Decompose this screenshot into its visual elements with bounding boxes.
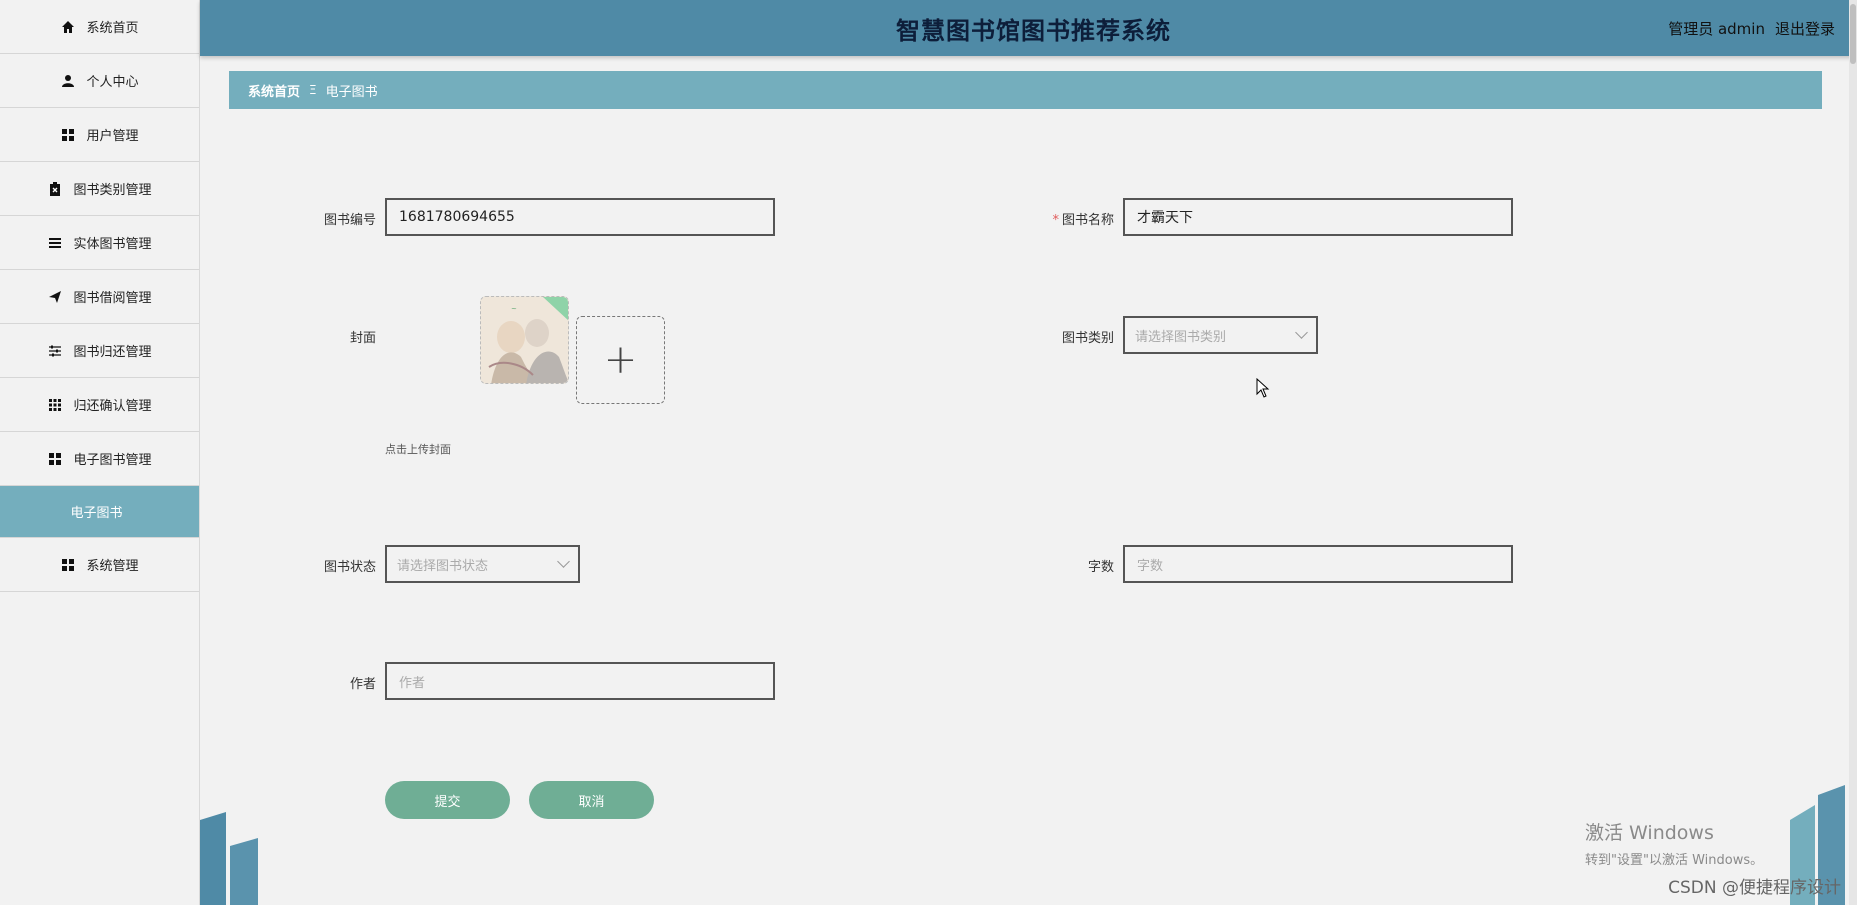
plus-icon: + [603, 337, 638, 383]
send-icon [47, 289, 63, 305]
status-select[interactable]: 请选择图书状态 [385, 545, 580, 583]
sidebar-subitem-ebook[interactable]: 电子图书 [0, 486, 199, 538]
cancel-button[interactable]: 取消 [529, 781, 654, 819]
admin-label: 管理员 admin [1668, 20, 1765, 38]
vertical-scrollbar[interactable] [1849, 0, 1857, 905]
chevron-down-icon [1295, 326, 1308, 339]
windows-activation-watermark: 激活 Windows 转到"设置"以激活 Windows。 [1585, 818, 1763, 868]
sidebar-item-borrow[interactable]: 图书借阅管理 [0, 270, 199, 324]
breadcrumb-home[interactable]: 系统首页 [248, 81, 300, 100]
home-icon [60, 19, 76, 35]
sidebar-item-label: 归还确认管理 [73, 399, 152, 414]
sidebar-item-label: 电子图书管理 [73, 453, 152, 468]
book-no-label: 图书编号 [323, 213, 376, 228]
sidebar-item-users[interactable]: 用户管理 [0, 108, 199, 162]
decorative-building-left [200, 812, 258, 905]
svg-text:~: ~ [511, 305, 517, 313]
required-mark: * [1052, 213, 1059, 228]
breadcrumb-current: 电子图书 [325, 84, 378, 100]
sidebar-item-label: 个人中心 [86, 75, 139, 90]
grid-icon [60, 557, 76, 573]
book-name-label: * 图书名称 [1024, 209, 1114, 228]
sidebar-item-physical-books[interactable]: 实体图书管理 [0, 216, 199, 270]
sidebar-item-profile[interactable]: 个人中心 [0, 54, 199, 108]
list-icon [47, 235, 63, 251]
upload-hint: 点击上传封面 [385, 443, 451, 456]
book-name-input[interactable]: 才霸天下 [1123, 198, 1513, 236]
breadcrumb: 系统首页 Ξ 电子图书 [229, 71, 1822, 109]
author-input[interactable]: 作者 [385, 662, 775, 700]
cover-thumbnail[interactable]: ~ [480, 296, 569, 384]
sidebar-item-ebook-management[interactable]: 电子图书管理 [0, 432, 199, 486]
sidebar-item-label: 电子图书 [70, 506, 123, 521]
csdn-watermark: CSDN @便捷程序设计 [1668, 878, 1841, 898]
sidebar-item-home[interactable]: 系统首页 [0, 0, 199, 54]
mouse-cursor-icon [1256, 378, 1270, 398]
apps-icon [47, 397, 63, 413]
clipboard-icon [47, 181, 63, 197]
logout-link[interactable]: 退出登录 [1775, 18, 1835, 39]
sidebar-item-return[interactable]: 图书归还管理 [0, 324, 199, 378]
book-no-input[interactable]: 1681780694655 [385, 198, 775, 236]
app-title: 智慧图书馆图书推荐系统 [896, 16, 1171, 45]
sliders-icon [47, 343, 63, 359]
word-count-input[interactable]: 字数 [1123, 545, 1513, 583]
sidebar: 系统首页 个人中心 用户管理 图书类别管理 实体图书管理 图书借阅管理 图书归还… [0, 0, 200, 905]
breadcrumb-separator: Ξ [309, 83, 317, 97]
top-header: 智慧图书馆图书推荐系统 管理员 admin 退出登录 [200, 0, 1857, 56]
sidebar-item-label: 系统首页 [86, 21, 139, 36]
grid-icon [60, 127, 76, 143]
sidebar-item-label: 图书类别管理 [73, 183, 152, 198]
user-area: 管理员 admin 退出登录 [1668, 18, 1835, 39]
sidebar-item-label: 图书借阅管理 [73, 291, 152, 306]
status-placeholder: 请选择图书状态 [397, 558, 489, 574]
upload-cover-button[interactable]: + [576, 316, 665, 404]
category-select[interactable]: 请选择图书类别 [1123, 316, 1318, 354]
category-placeholder: 请选择图书类别 [1135, 329, 1227, 345]
sidebar-item-label: 图书归还管理 [73, 345, 152, 360]
sidebar-item-label: 用户管理 [86, 129, 139, 144]
watermark-line1: 激活 Windows [1585, 822, 1714, 844]
sidebar-item-system[interactable]: 系统管理 [0, 538, 199, 592]
watermark-line2: 转到"设置"以激活 Windows。 [1585, 853, 1764, 868]
cover-image: ~ [481, 297, 568, 383]
sidebar-item-book-category[interactable]: 图书类别管理 [0, 162, 199, 216]
cover-label: 封面 [349, 331, 376, 346]
sidebar-item-label: 实体图书管理 [73, 237, 152, 252]
author-label: 作者 [349, 677, 376, 692]
grid-icon [47, 451, 63, 467]
user-icon [60, 73, 76, 89]
sidebar-item-return-confirm[interactable]: 归还确认管理 [0, 378, 199, 432]
word-count-label: 字数 [1087, 560, 1114, 575]
scrollbar-thumb[interactable] [1850, 4, 1856, 64]
book-name-label-text: 图书名称 [1061, 213, 1114, 228]
submit-button[interactable]: 提交 [385, 781, 510, 819]
chevron-down-icon [557, 555, 570, 568]
sidebar-item-label: 系统管理 [86, 559, 139, 574]
category-label: 图书类别 [1061, 331, 1114, 346]
status-label: 图书状态 [323, 560, 376, 575]
